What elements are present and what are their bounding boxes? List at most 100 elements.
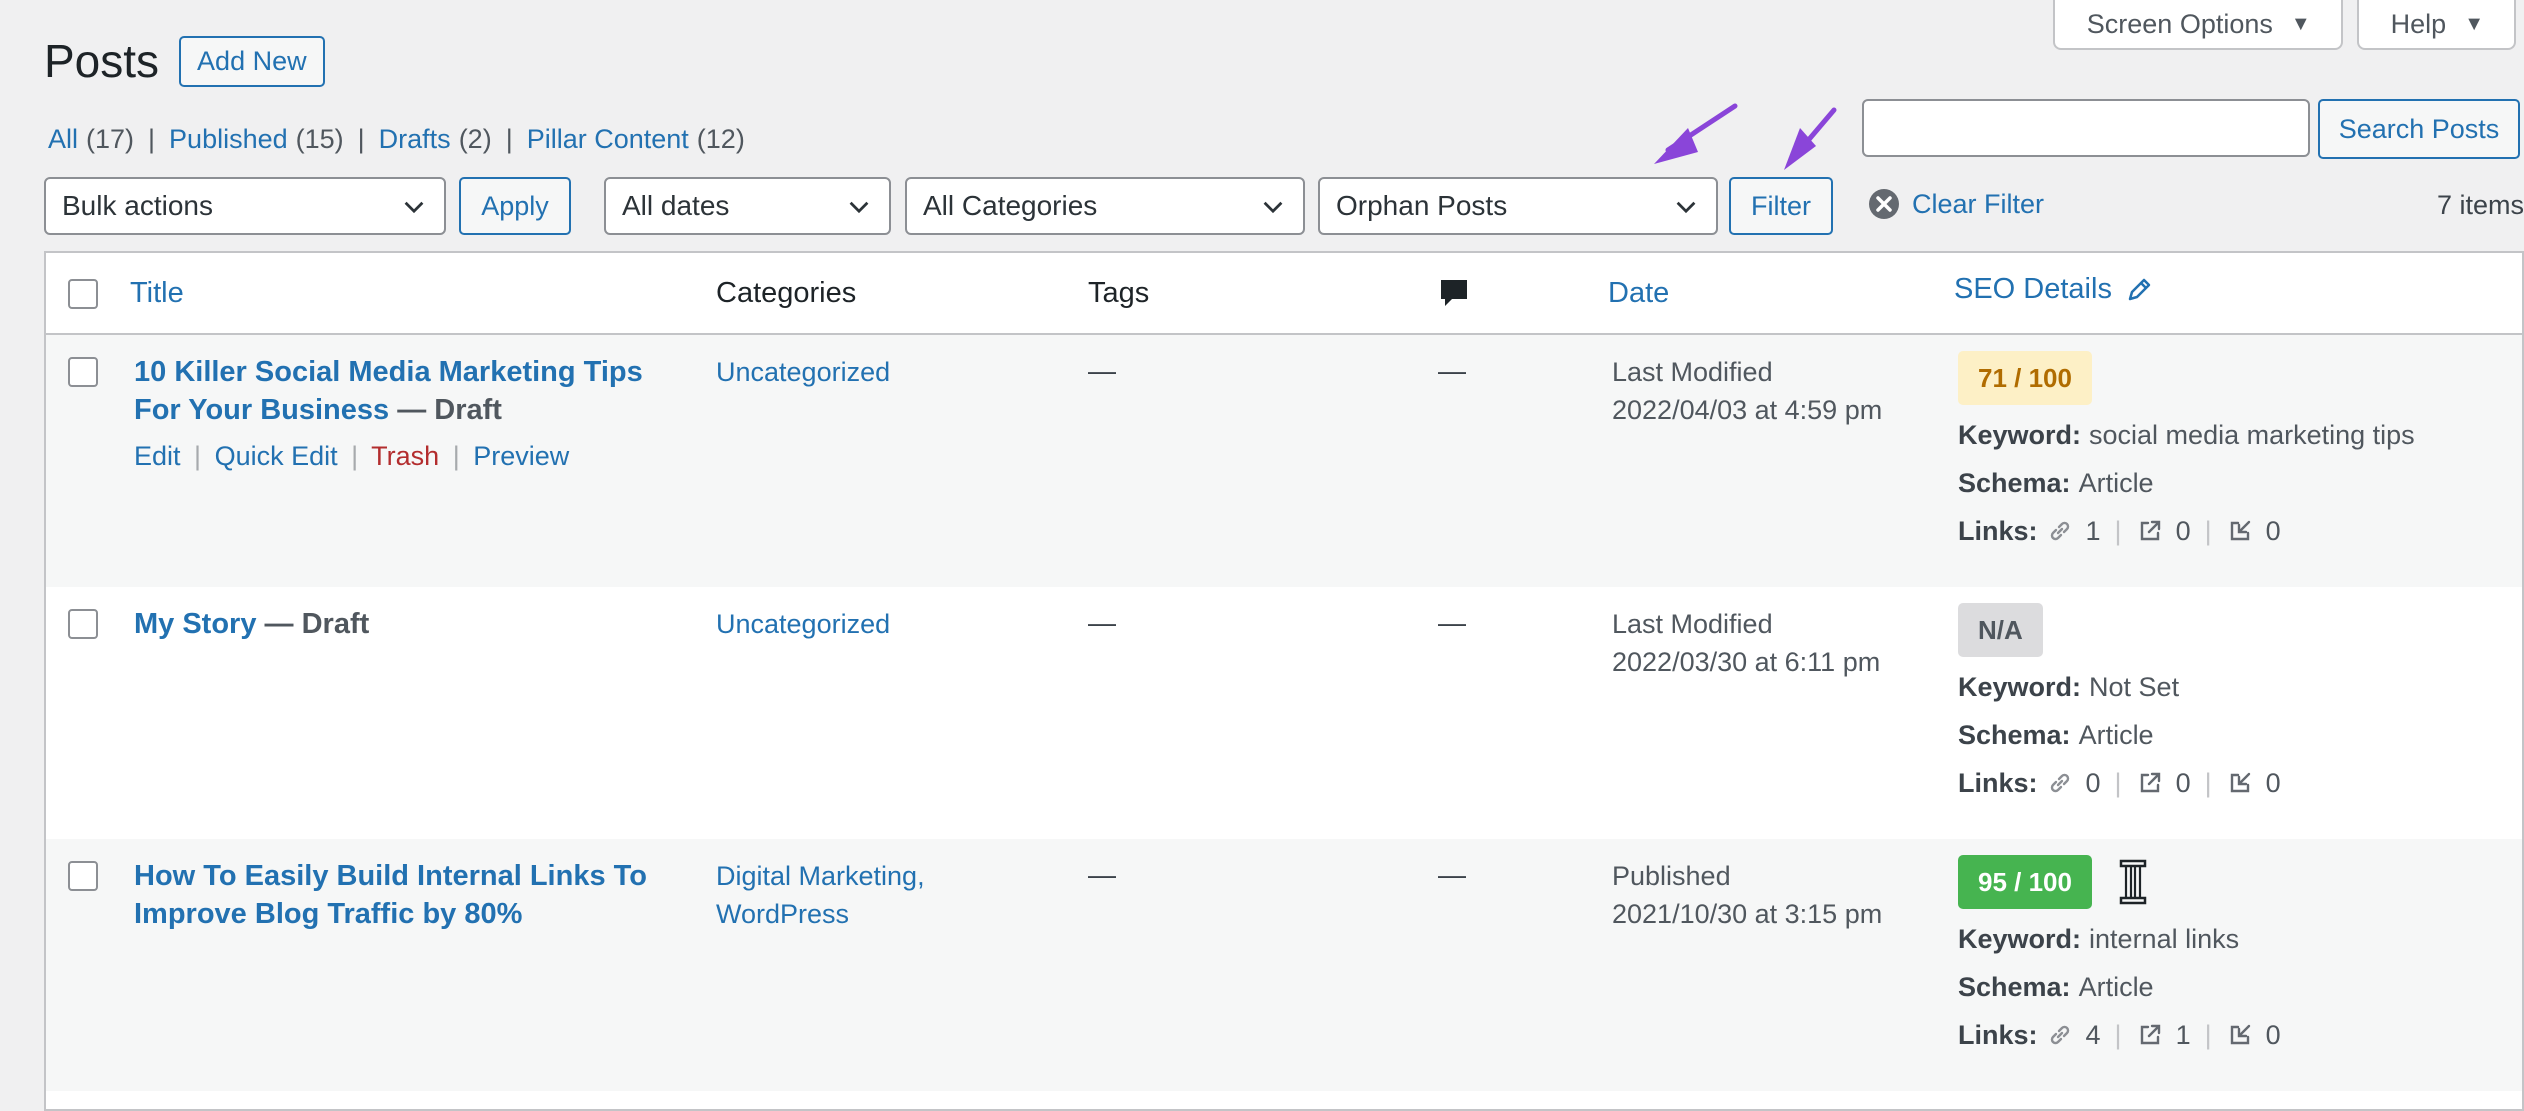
category-link[interactable]: Uncategorized [716,357,890,387]
column-date-header[interactable]: Date [1608,277,1669,310]
incoming-links-count: 0 [2265,516,2281,546]
seo-score-badge[interactable]: 95 / 100 [1958,855,2092,909]
incoming-link-icon [2230,520,2250,541]
column-title-header[interactable]: Title [130,277,184,310]
action-separator: | [351,441,359,471]
comments-cell: — [1438,607,1466,638]
bulk-actions-select[interactable]: Bulk actions [44,177,446,235]
internal-links-count: 1 [2085,516,2101,546]
screen-options-button[interactable]: Screen Options ▼ [2052,0,2343,50]
keyword-value: internal links [2089,924,2240,954]
view-all-count: (17) [86,124,135,154]
links-label: Links: [1958,768,2038,798]
search-posts-button[interactable]: Search Posts [2318,99,2520,159]
filter-button[interactable]: Filter [1729,177,1833,235]
post-title-cell: My Story — Draft [134,605,694,643]
links-line: Links: 4 | 1 | 0 [1958,1017,2281,1053]
keyword-line: Keyword: social media marketing tips [1958,417,2415,453]
row-checkbox[interactable] [68,861,98,891]
keyword-label: Keyword: [1958,420,2082,450]
column-seo-details-header[interactable]: SEO Details [1954,273,2154,306]
clear-filter-link[interactable]: Clear Filter [1868,188,2044,220]
internal-link-icon [2050,773,2069,793]
edit-link[interactable]: Edit [134,441,181,471]
schema-value: Article [2078,720,2154,750]
help-label: Help [2390,8,2447,39]
schema-label: Schema: [1958,720,2071,750]
action-separator: | [194,441,202,471]
screen-meta: Screen Options ▼ Help ▼ [2052,0,2516,50]
post-title-cell: How To Easily Build Internal Links To Im… [134,857,694,933]
links-separator: | [2204,516,2212,546]
incoming-links-count: 0 [2265,768,2281,798]
apply-button[interactable]: Apply [459,177,571,235]
table-header: Title Categories Tags Date SEO Details [46,253,2522,335]
annotation-arrow-icon [1784,107,1837,170]
view-drafts-count: (2) [458,124,492,154]
tags-cell: — [1088,859,1116,890]
categories-filter-select[interactable]: All Categories [905,177,1305,235]
trash-link[interactable]: Trash [371,441,439,471]
tags-cell: — [1088,355,1116,386]
views-separator: | [505,124,513,154]
date-cell: Last Modified 2022/03/30 at 6:11 pm [1612,605,1880,681]
comments-cell: — [1438,859,1466,890]
date-cell: Last Modified 2022/04/03 at 4:59 pm [1612,353,1882,429]
internal-link-icon [2050,521,2069,541]
date-status: Published [1612,861,1731,891]
category-link[interactable]: Uncategorized [716,609,890,639]
incoming-links-count: 0 [2265,1020,2281,1050]
links-label: Links: [1958,516,2038,546]
help-button[interactable]: Help ▼ [2356,0,2516,50]
post-title-cell: 10 Killer Social Media Marketing Tips Fo… [134,353,694,475]
date-value: 2021/10/30 at 3:15 pm [1612,899,1883,929]
table-row: 10 Killer Social Media Marketing Tips Fo… [46,335,2522,587]
categories-filter-value: All Categories [923,190,1098,221]
row-checkbox[interactable] [68,357,98,387]
categories-cell: Uncategorized [716,605,1016,643]
links-separator: | [2204,768,2212,798]
links-label: Links: [1958,1020,2038,1050]
search-input[interactable] [1862,99,2310,157]
schema-line: Schema: Article [1958,465,2415,501]
view-all-link[interactable]: All [48,124,78,155]
seo-details-cell: 71 / 100 Keyword: social media marketing… [1958,351,2415,549]
date-value: 2022/03/30 at 6:11 pm [1612,647,1881,677]
post-title-link[interactable]: How To Easily Build Internal Links To Im… [134,860,647,930]
date-status: Last Modified [1612,357,1773,387]
category-link[interactable]: Digital Marketing, [716,861,925,891]
comments-cell: — [1438,355,1466,386]
bulk-actions-value: Bulk actions [62,190,213,221]
pencil-icon[interactable] [2124,275,2154,305]
seo-filter-select[interactable]: Orphan Posts [1318,177,1718,235]
date-status: Last Modified [1612,609,1773,639]
seo-details-cell: 95 / 100 Keyword: internal links Schema:… [1958,855,2281,1053]
post-title-link[interactable]: 10 Killer Social Media Marketing Tips Fo… [134,356,643,426]
select-all-checkbox[interactable] [68,279,98,309]
view-published-link[interactable]: Published [169,124,288,155]
preview-link[interactable]: Preview [473,441,569,471]
schema-line: Schema: Article [1958,717,2281,753]
category-link[interactable]: WordPress [716,899,849,929]
seo-score-badge[interactable]: N/A [1958,603,2043,657]
keyword-label: Keyword: [1958,672,2082,702]
comment-icon [1441,280,1467,306]
screen-options-label: Screen Options [2086,8,2273,39]
table-row: How To Easily Build Internal Links To Im… [46,839,2522,1091]
categories-cell: Digital Marketing, WordPress [716,857,1016,933]
add-new-button[interactable]: Add New [179,35,325,87]
dates-filter-value: All dates [622,190,730,221]
post-title-link[interactable]: My Story [134,608,256,640]
row-checkbox[interactable] [68,609,98,639]
seo-filter-value: Orphan Posts [1336,190,1508,221]
view-pillar-content-link[interactable]: Pillar Content [527,124,689,155]
seo-score-badge[interactable]: 71 / 100 [1958,351,2092,405]
action-separator: | [452,441,460,471]
internal-links-count: 4 [2085,1020,2101,1050]
dates-filter-select[interactable]: All dates [604,177,891,235]
external-link-icon [2140,1024,2160,1045]
view-published-count: (15) [295,124,344,154]
quick-edit-link[interactable]: Quick Edit [215,441,338,471]
links-line: Links: 1 | 0 | 0 [1958,513,2415,549]
view-drafts-link[interactable]: Drafts [379,124,451,155]
